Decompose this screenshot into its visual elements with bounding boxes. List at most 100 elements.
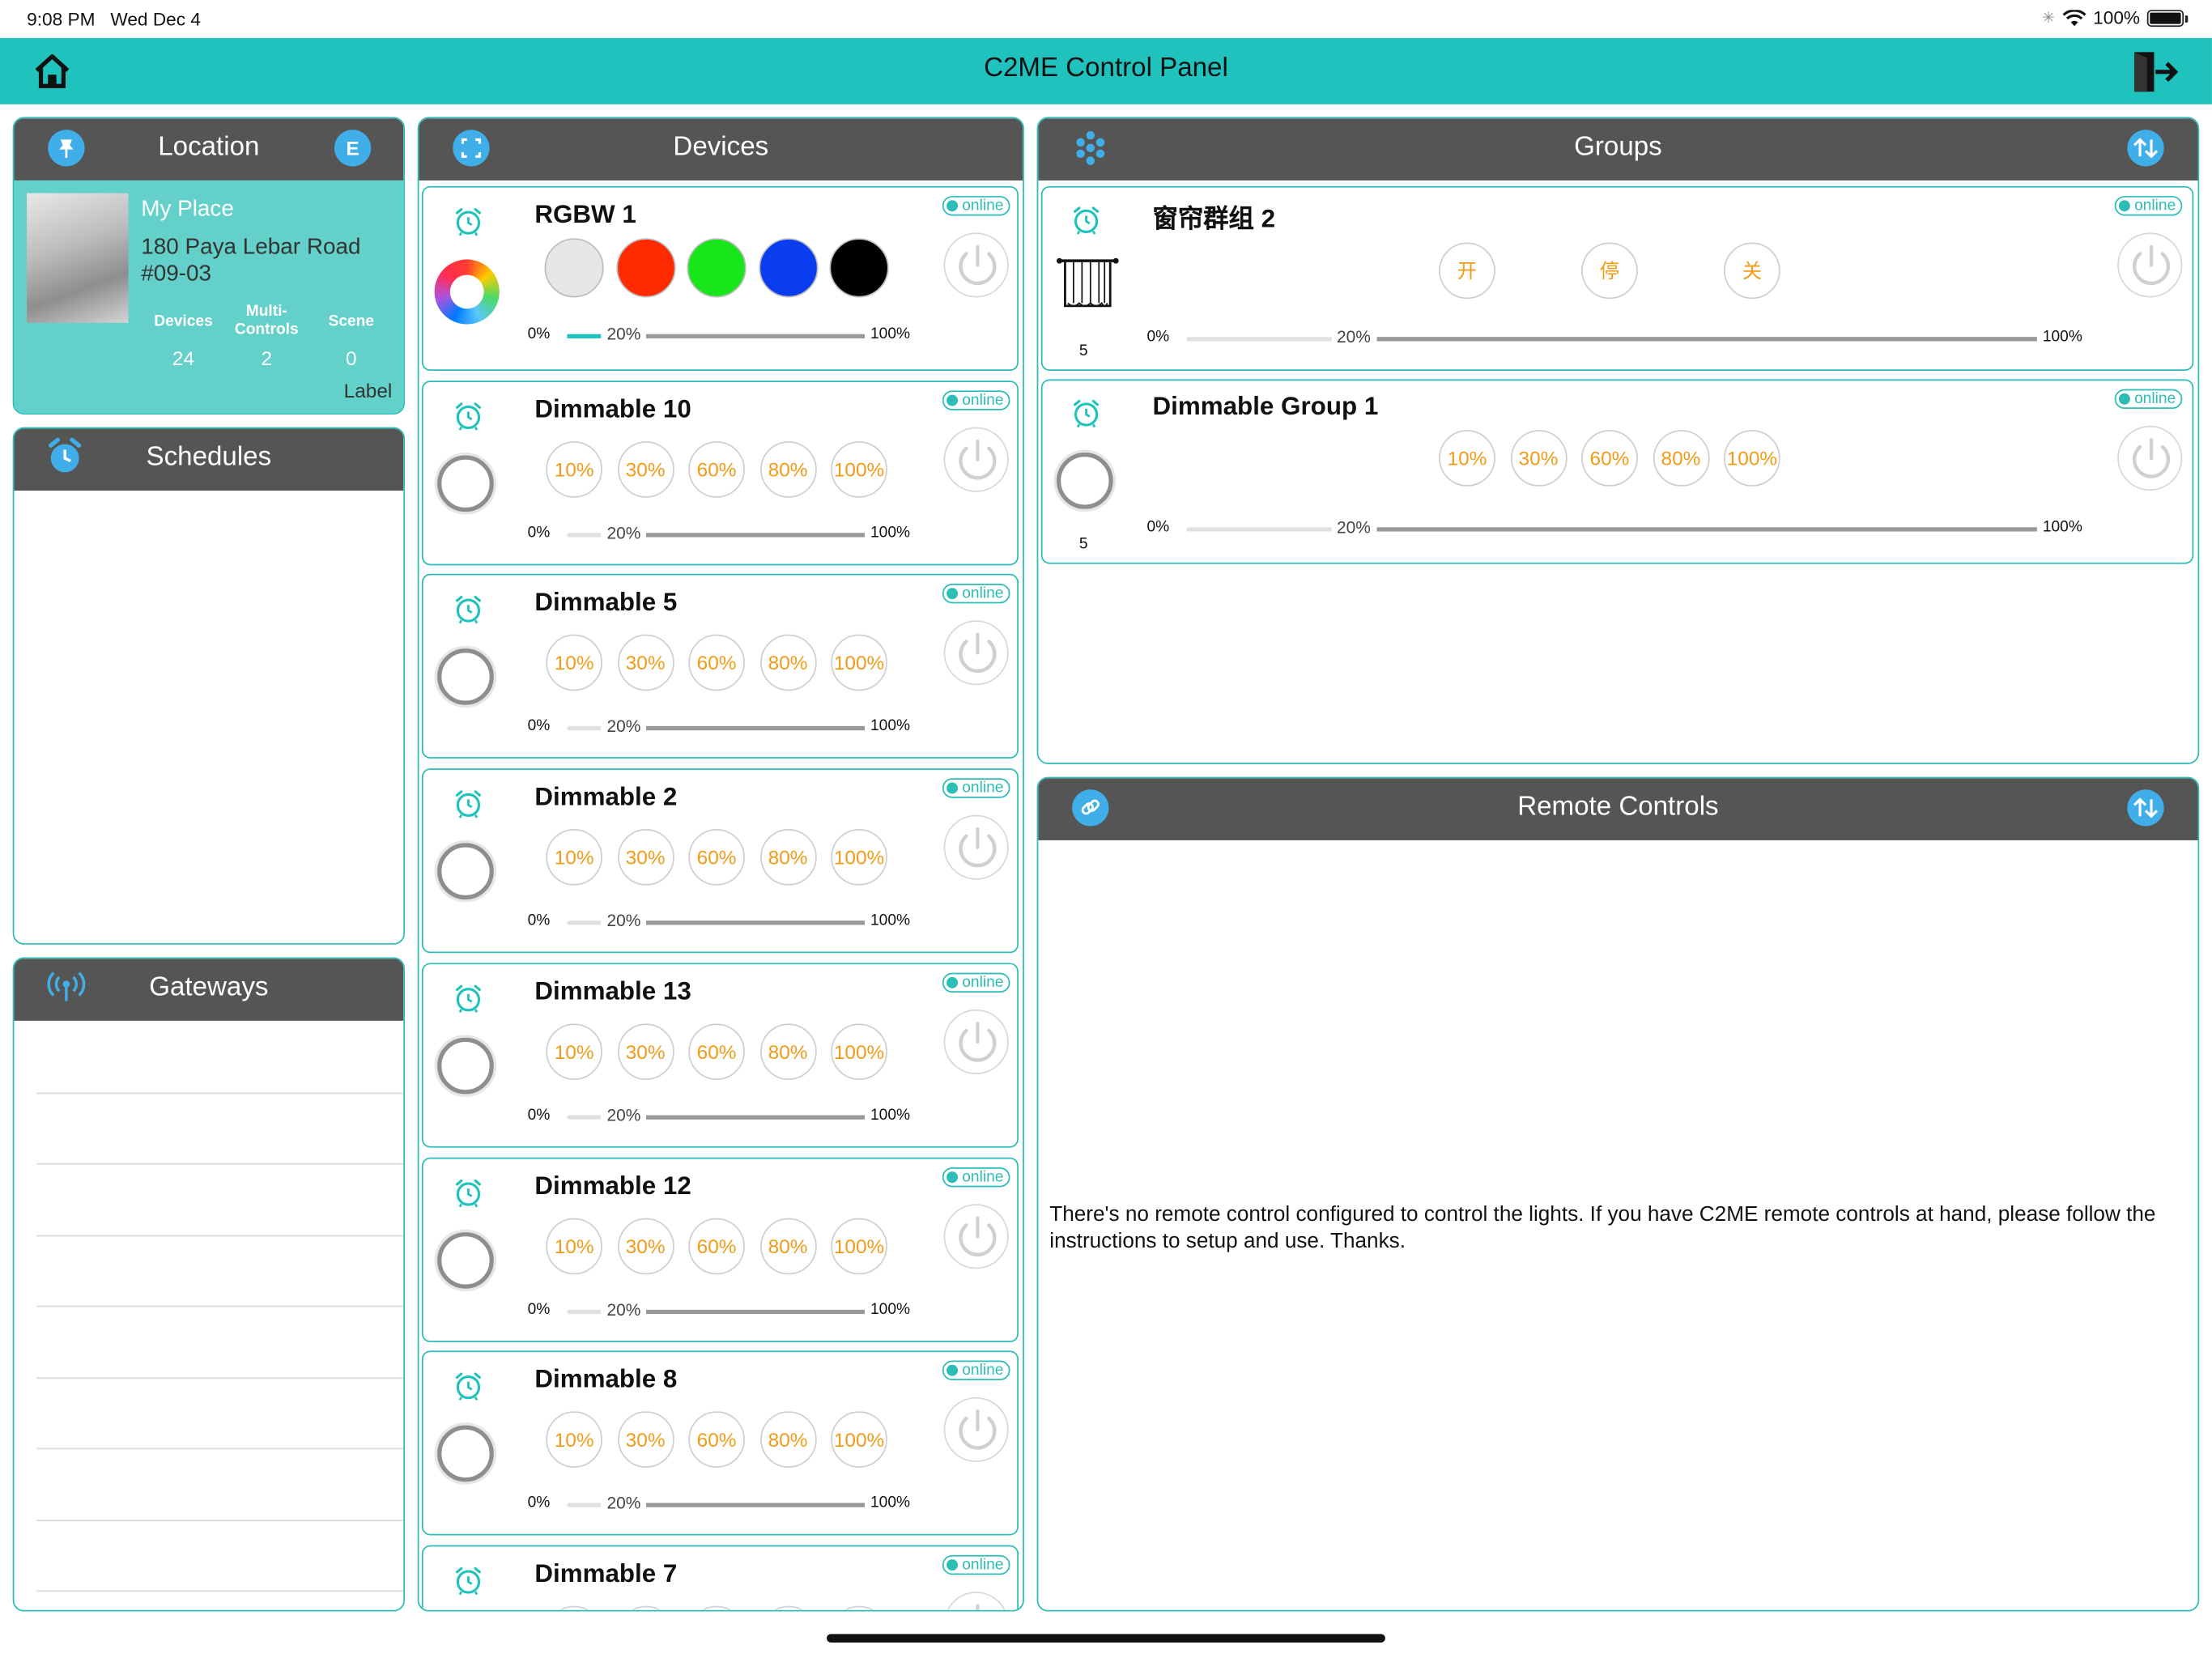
location-card[interactable]: My Place 180 Paya Lebar Road #09-03 Devi… [14, 180, 404, 414]
device-schedule-alarm-icon[interactable] [453, 1371, 483, 1409]
brightness-level-button[interactable]: 100% [831, 1022, 887, 1080]
logout-icon[interactable] [2130, 49, 2179, 95]
device-schedule-alarm-icon[interactable] [453, 1176, 483, 1214]
power-toggle-icon[interactable] [943, 814, 1009, 880]
curtain-control-button[interactable]: 停 [1581, 242, 1638, 300]
power-toggle-icon[interactable] [2117, 232, 2183, 298]
device-card[interactable]: Dimmable 2 online 10% 30% 60% 80% 100% 0% 20% 100… [421, 768, 1019, 954]
brightness-level-button[interactable]: 10% [546, 635, 602, 692]
device-schedule-alarm-icon[interactable] [453, 206, 483, 244]
power-toggle-icon[interactable] [943, 1203, 1009, 1269]
device-card[interactable]: Dimmable 7online10%30%60%80%100%0%20%100… [421, 1545, 1019, 1610]
dimmer-knob-icon[interactable] [1056, 453, 1113, 509]
dimmer-knob-icon[interactable] [437, 1231, 494, 1288]
device-schedule-alarm-icon[interactable] [453, 1565, 483, 1603]
brightness-level-button[interactable]: 30% [617, 1022, 674, 1080]
dimmer-knob-icon[interactable] [437, 1425, 494, 1482]
group-card[interactable]: 窗帘群组 2 online 5 开 停 关 0% 20% 100% [1040, 185, 2194, 372]
brightness-level-button[interactable]: 80% [759, 1217, 816, 1274]
brightness-level-button[interactable]: 100% [1724, 430, 1780, 487]
brightness-level-button[interactable]: 30% [617, 1217, 674, 1274]
slider-thumb-value[interactable]: 20% [1331, 517, 1376, 538]
group-card[interactable]: Dimmable Group 1 online 5 10% 30% 60% 80% 100% 0… [1040, 379, 2194, 564]
device-card[interactable]: RGBW 1 online 0% 20% 100% [421, 185, 1019, 372]
slider-thumb-value[interactable]: 20% [601, 716, 647, 737]
device-card[interactable]: Dimmable 8 online 10% 30% 60% 80% 100% 0% 20% 100… [421, 1350, 1019, 1536]
brightness-level-button[interactable]: 100% [831, 635, 887, 692]
brightness-level-button[interactable]: 10% [1439, 430, 1495, 487]
device-card[interactable]: Dimmable 13 online 10% 30% 60% 80% 100% 0% 20% 10… [421, 963, 1019, 1148]
device-schedule-alarm-icon[interactable] [453, 594, 483, 632]
curtain-control-button[interactable]: 关 [1724, 242, 1780, 300]
brightness-level-button[interactable]: 30% [617, 440, 674, 498]
slider-thumb-value[interactable]: 20% [601, 324, 647, 344]
remote-controls-sort-button[interactable] [2127, 789, 2164, 827]
device-schedule-alarm-icon[interactable] [453, 400, 483, 438]
brightness-level-button[interactable]: 30% [617, 829, 674, 886]
brightness-level-button[interactable]: 100% [831, 440, 887, 498]
color-wheel-icon[interactable] [434, 259, 500, 325]
brightness-level-button[interactable]: 80% [759, 829, 816, 886]
color-swatch-button[interactable] [758, 238, 818, 298]
slider-thumb-value[interactable]: 20% [601, 522, 647, 542]
brightness-level-button[interactable]: 100% [831, 1411, 887, 1469]
color-swatch-button[interactable] [687, 238, 747, 298]
brightness-level-button[interactable]: 100% [831, 1605, 887, 1610]
brightness-level-button[interactable]: 10% [546, 1411, 602, 1469]
color-swatch-button[interactable] [615, 238, 675, 298]
slider-thumb-value[interactable]: 20% [601, 1104, 647, 1125]
device-card[interactable]: Dimmable 10 online 10% 30% 60% 80% 100% 0% 20% 10… [421, 380, 1019, 565]
dimmer-knob-icon[interactable] [437, 454, 494, 512]
brightness-level-button[interactable]: 80% [759, 1022, 816, 1080]
brightness-level-button[interactable]: 30% [1510, 430, 1567, 487]
brightness-level-button[interactable]: 80% [759, 1605, 816, 1610]
device-card[interactable]: Dimmable 5 online 10% 30% 60% 80% 100% 0% 20% 100… [421, 574, 1019, 759]
brightness-level-button[interactable]: 10% [546, 1022, 602, 1080]
power-toggle-icon[interactable] [943, 1397, 1009, 1463]
brightness-level-button[interactable]: 100% [831, 829, 887, 886]
location-label[interactable]: Label [344, 379, 393, 402]
brightness-level-button[interactable]: 60% [1581, 430, 1638, 487]
power-toggle-icon[interactable] [943, 1009, 1009, 1074]
slider-thumb-value[interactable]: 20% [1331, 327, 1376, 347]
curtain-control-button[interactable]: 开 [1439, 242, 1495, 300]
power-toggle-icon[interactable] [2117, 425, 2183, 491]
brightness-level-button[interactable]: 10% [546, 1605, 602, 1610]
brightness-level-button[interactable]: 10% [546, 829, 602, 886]
brightness-level-button[interactable]: 30% [617, 1605, 674, 1610]
brightness-level-button[interactable]: 60% [688, 1217, 745, 1274]
brightness-level-button[interactable]: 60% [688, 1605, 745, 1610]
brightness-level-button[interactable]: 60% [688, 440, 745, 498]
group-schedule-alarm-icon[interactable] [1070, 205, 1101, 243]
color-swatch-button[interactable] [829, 238, 889, 298]
brightness-level-button[interactable]: 100% [831, 1217, 887, 1274]
brightness-level-button[interactable]: 10% [546, 440, 602, 498]
slider-thumb-value[interactable]: 20% [601, 911, 647, 931]
brightness-slider[interactable] [1186, 527, 2037, 532]
power-toggle-icon[interactable] [943, 1591, 1009, 1610]
home-indicator[interactable] [826, 1634, 1385, 1643]
device-schedule-alarm-icon[interactable] [453, 789, 483, 827]
slider-thumb-value[interactable]: 20% [601, 1299, 647, 1320]
brightness-level-button[interactable]: 80% [1653, 430, 1709, 487]
brightness-level-button[interactable]: 60% [688, 829, 745, 886]
dimmer-knob-icon[interactable] [437, 648, 494, 706]
brightness-level-button[interactable]: 60% [688, 1022, 745, 1080]
edit-location-button[interactable]: E [334, 130, 372, 167]
brightness-level-button[interactable]: 30% [617, 635, 674, 692]
brightness-level-button[interactable]: 30% [617, 1411, 674, 1469]
color-swatch-button[interactable] [544, 238, 604, 298]
brightness-level-button[interactable]: 80% [759, 635, 816, 692]
group-schedule-alarm-icon[interactable] [1070, 397, 1101, 436]
device-card[interactable]: Dimmable 12 online 10% 30% 60% 80% 100% 0% 20% 10… [421, 1156, 1019, 1342]
power-toggle-icon[interactable] [943, 620, 1009, 687]
brightness-level-button[interactable]: 80% [759, 440, 816, 498]
groups-sort-button[interactable] [2127, 130, 2164, 167]
device-schedule-alarm-icon[interactable] [453, 982, 483, 1020]
power-toggle-icon[interactable] [943, 427, 1009, 492]
dimmer-knob-icon[interactable] [437, 843, 494, 900]
brightness-level-button[interactable]: 80% [759, 1411, 816, 1469]
dimmer-knob-icon[interactable] [437, 1037, 494, 1095]
brightness-slider[interactable] [1186, 337, 2037, 342]
brightness-level-button[interactable]: 60% [688, 1411, 745, 1469]
